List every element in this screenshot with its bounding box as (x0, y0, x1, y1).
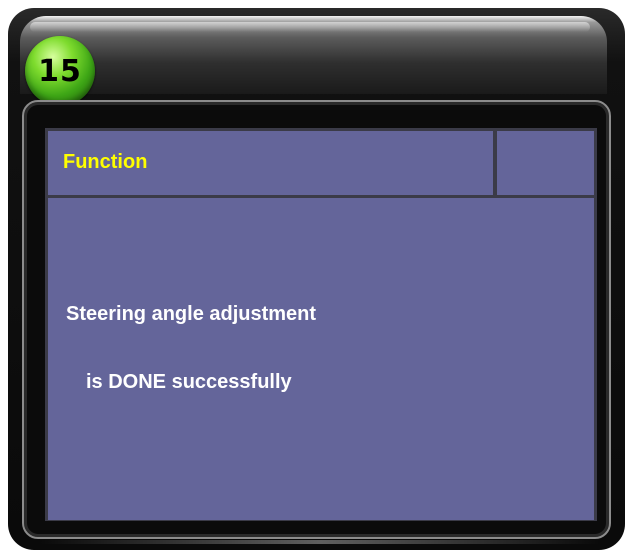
step-number-badge: 15 (25, 36, 95, 106)
header-title: Function (63, 151, 148, 173)
message-area: Steering angle adjustment is DONE succes… (48, 198, 594, 520)
message-line-1: Steering angle adjustment (66, 303, 317, 325)
header-side-cell (497, 131, 594, 195)
function-header: Function (48, 131, 493, 195)
bottom-glint (40, 540, 600, 544)
message-line-2: is DONE successfully (86, 371, 292, 393)
step-number: 15 (38, 53, 82, 89)
top-bar-sheen (30, 22, 590, 32)
